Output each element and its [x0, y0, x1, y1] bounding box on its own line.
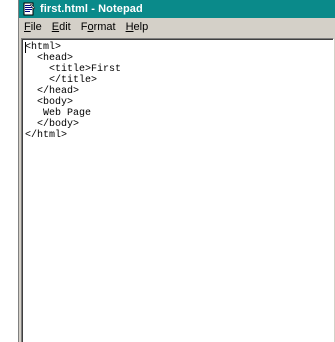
- menu-edit[interactable]: Edit: [47, 21, 76, 33]
- menu-format[interactable]: Format: [76, 21, 121, 33]
- notepad-window: first.html - Notepad File Edit Format He…: [18, 0, 335, 342]
- text-caret: [25, 42, 26, 53]
- text-editor[interactable]: <html> <head> <title>First </title> </he…: [21, 38, 334, 342]
- menu-file[interactable]: File: [19, 21, 47, 33]
- window-title: first.html - Notepad: [40, 3, 143, 15]
- notepad-icon: [22, 2, 36, 16]
- menu-help[interactable]: Help: [121, 21, 154, 33]
- title-bar[interactable]: first.html - Notepad: [19, 0, 335, 18]
- menu-bar: File Edit Format Help: [19, 18, 335, 36]
- editor-content[interactable]: <html> <head> <title>First </title> </he…: [25, 42, 121, 141]
